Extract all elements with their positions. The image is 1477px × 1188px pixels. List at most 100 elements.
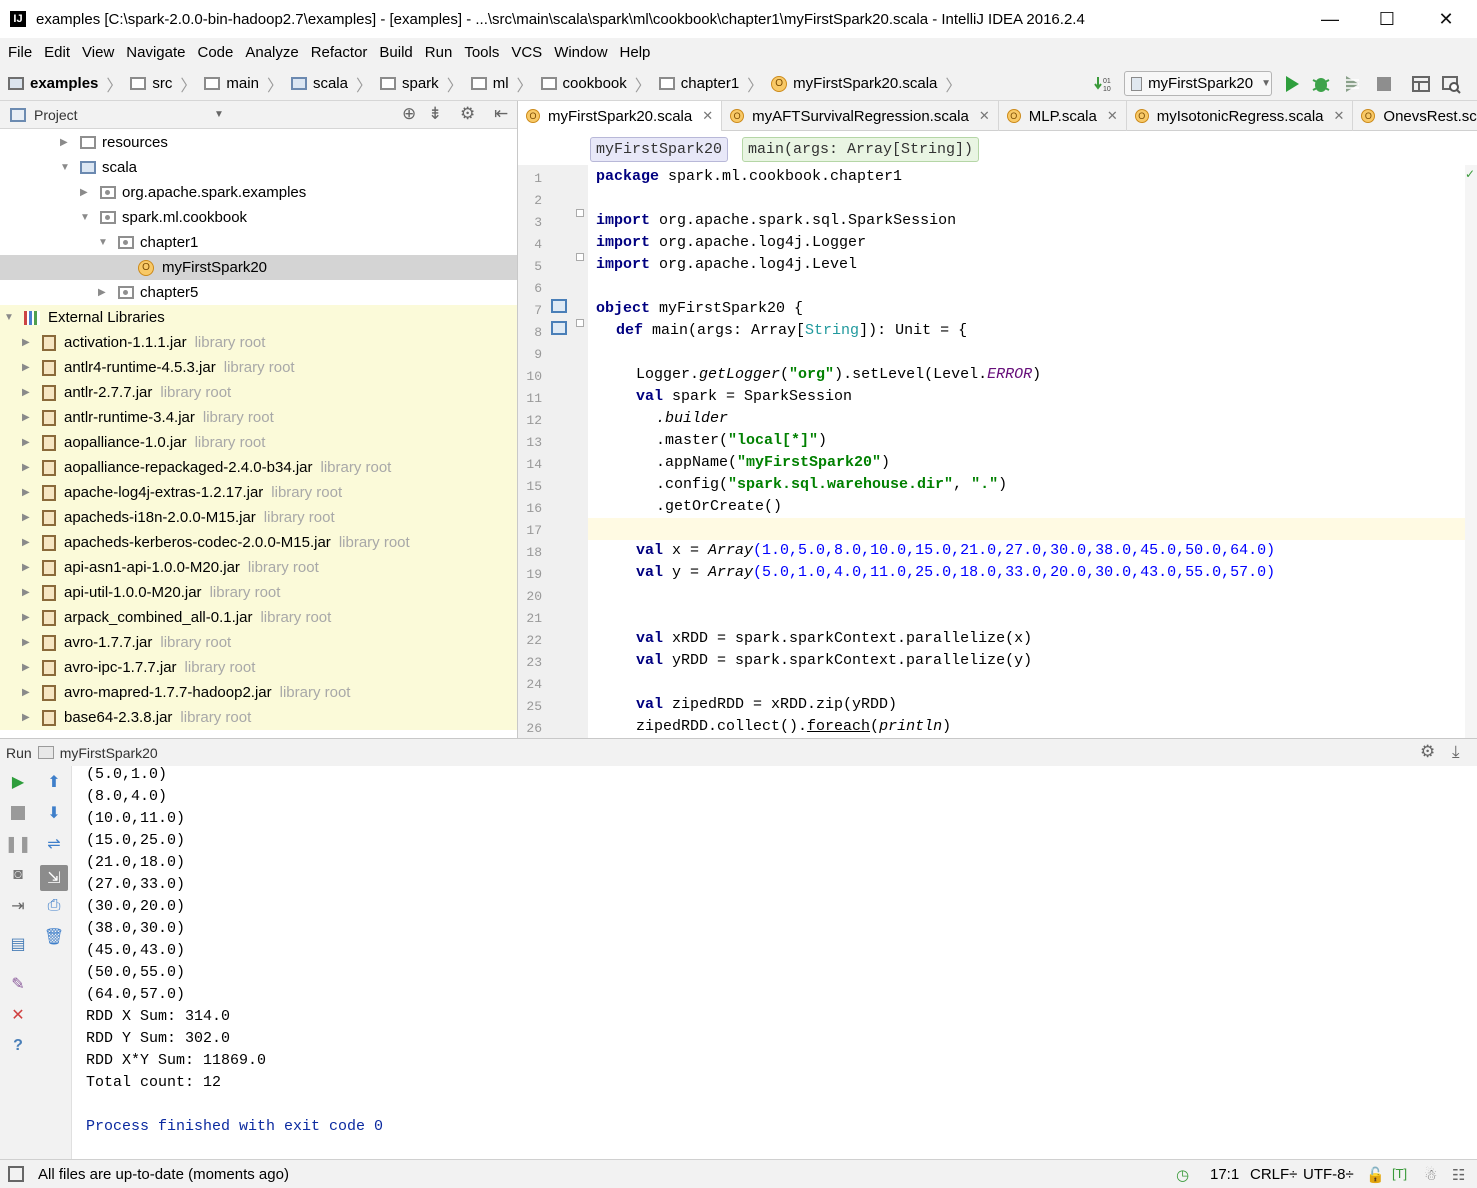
- expand-arrow-icon[interactable]: ▶: [22, 587, 32, 598]
- tab-myaftsurvivalregression[interactable]: OmyAFTSurvivalRegression.scala ✕: [722, 101, 999, 131]
- close-icon[interactable]: ✕: [8, 1005, 28, 1025]
- hide-panel-icon[interactable]: ⤓: [1452, 742, 1460, 762]
- gear-icon[interactable]: ⚙: [460, 104, 475, 124]
- menu-navigate[interactable]: Navigate: [120, 44, 191, 61]
- menu-window[interactable]: Window: [548, 44, 613, 61]
- collapse-all-icon[interactable]: ⇟: [428, 104, 442, 124]
- soft-wrap-icon[interactable]: ⇌: [44, 834, 64, 854]
- tab-myfirstspark20[interactable]: OmyFirstSpark20.scala ✕: [518, 101, 723, 131]
- breadcrumb-main[interactable]: main 〉: [196, 72, 283, 96]
- fold-marker-icon[interactable]: [576, 319, 584, 327]
- vcs-indicator[interactable]: [T]: [1392, 1166, 1407, 1181]
- stop-icon[interactable]: [8, 803, 28, 823]
- tree-item-library[interactable]: ▶ base64-2.3.8.jar library root: [0, 705, 517, 730]
- maximize-button[interactable]: ☐: [1364, 0, 1410, 38]
- tree-item-chapter1[interactable]: ▼ chapter1: [0, 230, 517, 255]
- notification-icon[interactable]: ☷: [1452, 1166, 1465, 1184]
- expand-arrow-icon[interactable]: ▶: [98, 287, 108, 298]
- breadcrumb-spark[interactable]: spark 〉: [372, 72, 463, 96]
- tree-item-library[interactable]: ▶ avro-ipc-1.7.7.jar library root: [0, 655, 517, 680]
- fold-marker-icon[interactable]: [576, 253, 584, 261]
- encoding-select[interactable]: UTF-8÷: [1303, 1166, 1354, 1183]
- expand-arrow-icon[interactable]: ▶: [22, 637, 32, 648]
- search-everywhere-icon[interactable]: [1441, 74, 1461, 94]
- tree-item-library[interactable]: ▶ antlr-2.7.7.jar library root: [0, 380, 517, 405]
- close-tab-icon[interactable]: ✕: [702, 108, 713, 124]
- line-separator-select[interactable]: CRLF÷: [1250, 1166, 1297, 1183]
- expand-arrow-icon[interactable]: ▶: [22, 487, 32, 498]
- menu-help[interactable]: Help: [614, 44, 657, 61]
- menu-tools[interactable]: Tools: [458, 44, 505, 61]
- close-tab-icon[interactable]: ✕: [979, 108, 990, 124]
- tree-item-resources[interactable]: ▶ resources: [0, 130, 517, 155]
- pin-icon[interactable]: ✎: [8, 974, 28, 994]
- run-gutter-icon[interactable]: [551, 299, 567, 313]
- breadcrumb-cookbook[interactable]: cookbook 〉: [533, 72, 651, 96]
- scroll-to-end-icon[interactable]: ⇲: [40, 865, 68, 891]
- help-icon[interactable]: ?: [8, 1036, 28, 1056]
- tree-item-chapter5[interactable]: ▶ chapter5: [0, 280, 517, 305]
- caret-position[interactable]: 17:1: [1210, 1166, 1239, 1183]
- tree-item-library[interactable]: ▶ antlr4-runtime-4.5.3.jar library root: [0, 355, 517, 380]
- tree-item-library[interactable]: ▶ aopalliance-1.0.jar library root: [0, 430, 517, 455]
- print-icon[interactable]: ⎙: [44, 896, 64, 916]
- project-structure-icon[interactable]: [1411, 74, 1431, 94]
- code-editor[interactable]: package spark.ml.cookbook.chapter1 impor…: [588, 165, 1477, 738]
- expand-arrow-icon[interactable]: ▶: [22, 662, 32, 673]
- tree-item-library[interactable]: ▶ apacheds-i18n-2.0.0-M15.jar library root: [0, 505, 517, 530]
- tree-item-library[interactable]: ▶ api-asn1-api-1.0.0-M20.jar library root: [0, 555, 517, 580]
- close-button[interactable]: ✕: [1423, 0, 1469, 38]
- breadcrumb-src[interactable]: src 〉: [122, 72, 196, 96]
- menu-analyze[interactable]: Analyze: [239, 44, 304, 61]
- debug-icon[interactable]: [1311, 74, 1331, 94]
- coverage-icon[interactable]: [1342, 74, 1362, 94]
- tree-item-library[interactable]: ▶ avro-mapred-1.7.7-hadoop2.jar library ro…: [0, 680, 517, 705]
- collapse-arrow-icon[interactable]: ▼: [80, 212, 90, 223]
- breadcrumb-file[interactable]: OmyFirstSpark20.scala 〉: [763, 72, 961, 96]
- rerun-icon[interactable]: ▶: [8, 772, 28, 792]
- menu-edit[interactable]: Edit: [38, 44, 76, 61]
- run-icon[interactable]: [1282, 74, 1302, 94]
- build-icon[interactable]: 0110: [1094, 74, 1114, 94]
- menu-code[interactable]: Code: [191, 44, 239, 61]
- menu-view[interactable]: View: [76, 44, 120, 61]
- collapse-arrow-icon[interactable]: ▼: [98, 237, 108, 248]
- tree-item-org-apache-spark-examples[interactable]: ▶ org.apache.spark.examples: [0, 180, 517, 205]
- gear-icon[interactable]: ⚙: [1420, 742, 1435, 762]
- menu-run[interactable]: Run: [419, 44, 459, 61]
- expand-arrow-icon[interactable]: ▶: [22, 462, 32, 473]
- hector-icon[interactable]: ☃: [1424, 1166, 1437, 1184]
- code-crumb-object[interactable]: myFirstSpark20: [590, 137, 729, 162]
- code-crumb-method[interactable]: main(args: Array[String]): [742, 137, 980, 162]
- project-view-label[interactable]: Project: [34, 107, 78, 123]
- tree-item-scala[interactable]: ▼ scala: [0, 155, 517, 180]
- expand-arrow-icon[interactable]: ▶: [22, 437, 32, 448]
- expand-arrow-icon[interactable]: ▶: [22, 687, 32, 698]
- expand-arrow-icon[interactable]: ▶: [60, 137, 70, 148]
- menu-vcs[interactable]: VCS: [505, 44, 548, 61]
- close-tab-icon[interactable]: ✕: [1334, 108, 1345, 124]
- run-configuration-select[interactable]: myFirstSpark20 ▼: [1124, 71, 1272, 96]
- tree-item-library[interactable]: ▶ antlr-runtime-3.4.jar library root: [0, 405, 517, 430]
- arrow-down-icon[interactable]: ⬇: [44, 803, 64, 823]
- tree-item-external-libraries[interactable]: ▼ External Libraries: [0, 305, 517, 330]
- console-output[interactable]: (5.0,1.0) (8.0,4.0) (10.0,11.0) (15.0,25.0)…: [72, 766, 1477, 1159]
- exit-icon[interactable]: ⇥: [8, 896, 28, 916]
- restore-layout-icon[interactable]: ▤: [8, 934, 28, 954]
- tree-item-spark-ml-cookbook[interactable]: ▼ spark.ml.cookbook: [0, 205, 517, 230]
- menu-file[interactable]: File: [2, 44, 38, 61]
- expand-arrow-icon[interactable]: ▶: [22, 337, 32, 348]
- expand-arrow-icon[interactable]: ▶: [22, 387, 32, 398]
- breadcrumb-ml[interactable]: ml 〉: [463, 72, 533, 96]
- tree-item-library[interactable]: ▶ api-util-1.0.0-M20.jar library root: [0, 580, 517, 605]
- expand-arrow-icon[interactable]: ▶: [22, 362, 32, 373]
- expand-arrow-icon[interactable]: ▶: [22, 712, 32, 723]
- expand-arrow-icon[interactable]: ▶: [22, 612, 32, 623]
- tree-item-library[interactable]: ▶ activation-1.1.1.jar library root: [0, 330, 517, 355]
- stop-icon[interactable]: [1374, 74, 1394, 94]
- collapse-arrow-icon[interactable]: ▼: [60, 162, 70, 173]
- run-tab-label[interactable]: myFirstSpark20: [60, 745, 158, 761]
- close-tab-icon[interactable]: ✕: [1107, 108, 1118, 124]
- minimize-button[interactable]: —: [1307, 0, 1353, 38]
- run-gutter-icon[interactable]: [551, 321, 567, 335]
